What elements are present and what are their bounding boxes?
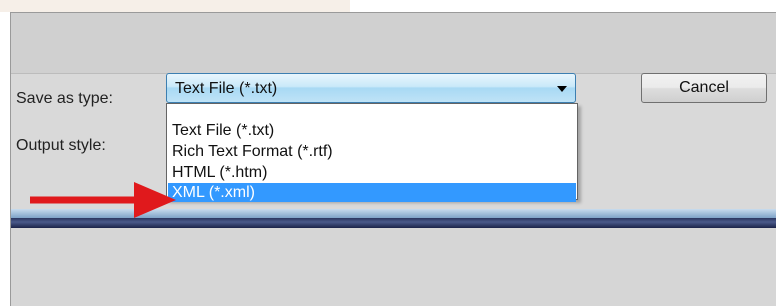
red-arrow-annotation-icon <box>30 182 176 218</box>
save-as-type-combobox[interactable]: Text File (*.txt) <box>166 73 576 103</box>
dropdown-option-xml[interactable]: XML (*.xml) <box>168 183 576 202</box>
combobox-selected-value: Text File (*.txt) <box>175 80 278 97</box>
output-style-label: Output style: <box>16 137 106 154</box>
dropdown-option-txt[interactable]: Text File (*.txt) <box>168 120 576 141</box>
save-as-type-dropdown-list: Text File (*.txt) Rich Text Format (*.rt… <box>166 103 578 202</box>
save-as-type-label: Save as type: <box>16 90 113 107</box>
dropdown-option-htm[interactable]: HTML (*.htm) <box>168 162 576 183</box>
dropdown-option-rtf[interactable]: Rich Text Format (*.rtf) <box>168 141 576 162</box>
chevron-down-icon[interactable] <box>557 86 567 92</box>
dialog-header-band <box>11 13 776 74</box>
cancel-button[interactable]: Cancel <box>641 73 767 103</box>
dialog-lower-area <box>11 228 776 306</box>
background-tint <box>0 0 350 12</box>
